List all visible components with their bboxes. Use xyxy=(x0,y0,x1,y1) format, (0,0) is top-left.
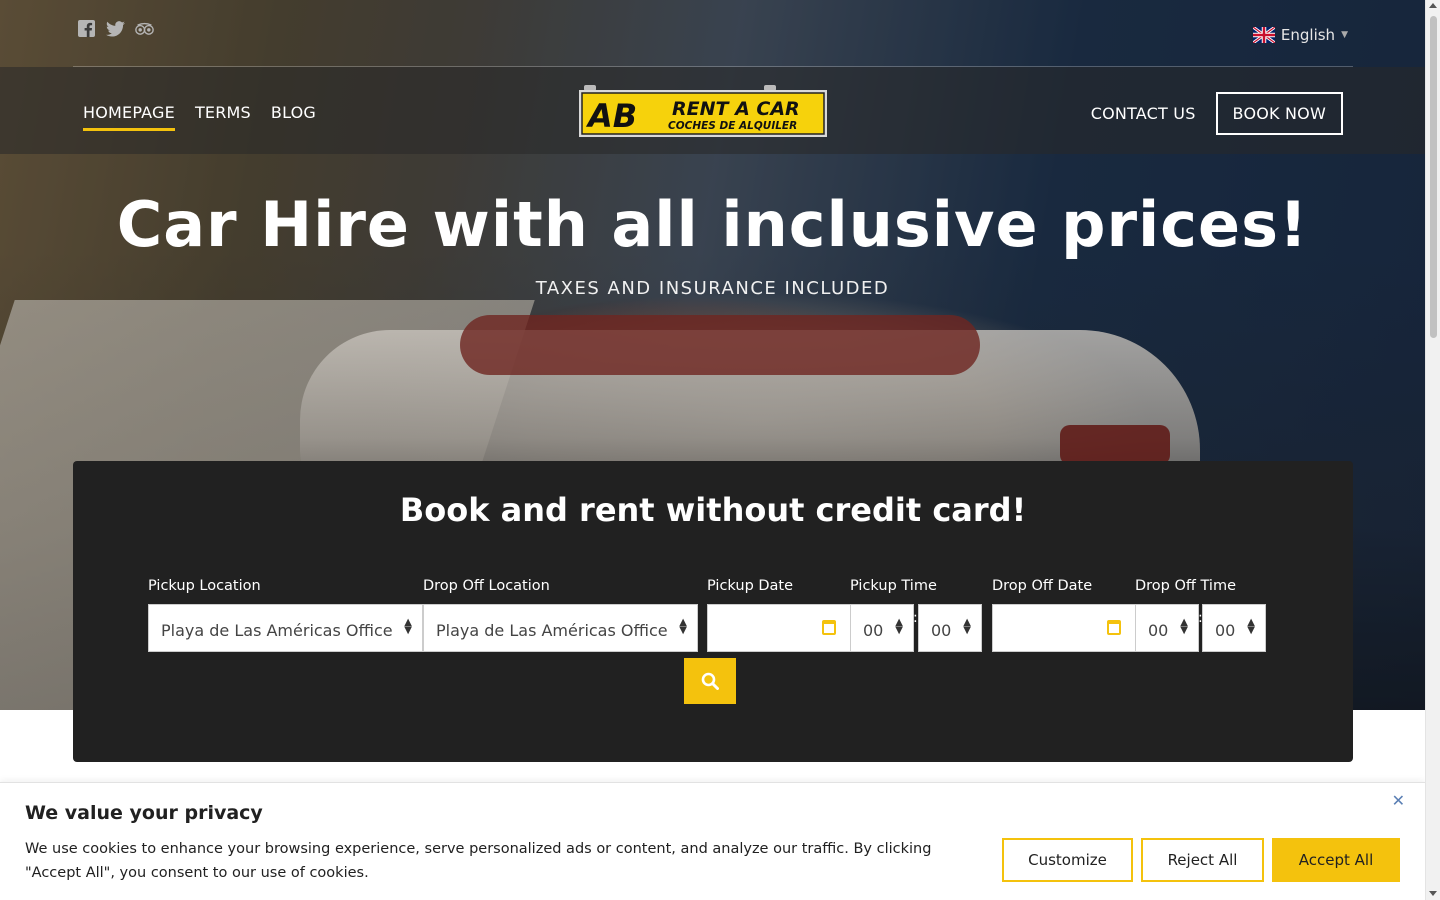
dropoff-location-select[interactable]: Playa de Las Américas Office ▲ ▼ xyxy=(423,604,698,652)
language-selector[interactable]: English ▼ xyxy=(1252,25,1348,45)
pickup-minute-select[interactable]: 00 ▲ ▼ xyxy=(918,604,982,652)
select-arrows-icon: ▲ ▼ xyxy=(963,617,971,636)
nav-homepage-link[interactable]: HOMEPAGE xyxy=(83,103,175,131)
social-links xyxy=(77,19,154,38)
scroll-down-arrow-icon[interactable] xyxy=(1429,891,1437,896)
pickup-location-label: Pickup Location xyxy=(148,578,261,594)
dropoff-time-label: Drop Off Time xyxy=(1135,578,1236,594)
language-label: English xyxy=(1280,26,1336,44)
accept-all-button[interactable]: Accept All xyxy=(1272,838,1400,882)
booking-title: Book and rent without credit card! xyxy=(399,491,1027,529)
hero-car-taillight-shape xyxy=(1060,425,1170,465)
nav-right-links: CONTACT US BOOK NOW xyxy=(1091,92,1343,135)
hero-subtitle: TAXES AND INSURANCE INCLUDED xyxy=(535,278,890,299)
cookie-title: We value your privacy xyxy=(25,802,263,824)
svg-text:COCHES DE ALQUILER: COCHES DE ALQUILER xyxy=(668,120,797,132)
scrollbar-thumb[interactable] xyxy=(1430,16,1437,338)
dropoff-minute-select[interactable]: 00 ▲ ▼ xyxy=(1202,604,1266,652)
hero-title: Car Hire with all inclusive prices! xyxy=(116,188,1309,261)
nav-left-links: HOMEPAGE TERMS BLOG xyxy=(83,103,316,131)
dropoff-hour-select[interactable]: 00 ▲ ▼ xyxy=(1135,604,1199,652)
calendar-icon xyxy=(1107,620,1121,635)
nav-terms-link[interactable]: TERMS xyxy=(195,103,251,131)
pickup-location-value: Playa de Las Américas Office xyxy=(161,621,393,640)
dropoff-date-input[interactable] xyxy=(992,604,1136,652)
pickup-hour-select[interactable]: 00 ▲ ▼ xyxy=(850,604,914,652)
pickup-date-label: Pickup Date xyxy=(707,578,794,594)
dropoff-location-label: Drop Off Location xyxy=(423,578,550,594)
tripadvisor-icon[interactable] xyxy=(135,19,154,38)
pickup-location-select[interactable]: Playa de Las Américas Office ▲ ▼ xyxy=(148,604,423,652)
dropoff-hour-value: 00 xyxy=(1148,621,1169,640)
nav-blog-link[interactable]: BLOG xyxy=(271,103,316,131)
cookie-consent-banner: We value your privacy We use cookies to … xyxy=(0,782,1425,900)
pickup-minute-value: 00 xyxy=(931,621,952,640)
caret-down-icon: ▼ xyxy=(1341,30,1348,40)
dropoff-location-value: Playa de Las Américas Office xyxy=(436,621,668,640)
scroll-up-arrow-icon[interactable] xyxy=(1429,3,1437,8)
reject-all-button[interactable]: Reject All xyxy=(1141,838,1264,882)
ab-rent-a-car-logo[interactable]: AB RENT A CAR COCHES DE ALQUILER xyxy=(578,85,828,138)
pickup-time-label: Pickup Time xyxy=(850,578,937,594)
svg-text:AB: AB xyxy=(585,97,637,135)
booking-panel: Book and rent without credit card! Picku… xyxy=(73,461,1353,762)
svg-text:RENT A CAR: RENT A CAR xyxy=(672,98,800,120)
search-icon xyxy=(701,672,719,690)
time-separator: : xyxy=(913,610,918,626)
dropoff-date-label: Drop Off Date xyxy=(992,578,1093,594)
uk-flag-icon xyxy=(1252,25,1276,45)
pickup-date-input[interactable] xyxy=(707,604,851,652)
close-icon[interactable]: ✕ xyxy=(1392,791,1405,810)
pickup-hour-value: 00 xyxy=(863,621,884,640)
select-arrows-icon: ▲ ▼ xyxy=(679,617,687,636)
book-now-button[interactable]: BOOK NOW xyxy=(1215,92,1343,135)
select-arrows-icon: ▲ ▼ xyxy=(1180,617,1188,636)
page-scrollbar[interactable] xyxy=(1425,0,1440,900)
top-bar: English ▼ xyxy=(73,0,1353,67)
cookie-text: We use cookies to enhance your browsing … xyxy=(25,841,932,881)
nav-contact-link[interactable]: CONTACT US xyxy=(1091,104,1196,123)
dropoff-minute-value: 00 xyxy=(1215,621,1236,640)
customize-button[interactable]: Customize xyxy=(1002,838,1133,882)
twitter-icon[interactable] xyxy=(106,19,125,38)
select-arrows-icon: ▲ ▼ xyxy=(895,617,903,636)
main-navigation: HOMEPAGE TERMS BLOG AB RENT A CAR COCHES… xyxy=(0,67,1425,154)
select-arrows-icon: ▲ ▼ xyxy=(1247,617,1255,636)
calendar-icon xyxy=(822,620,836,635)
select-arrows-icon: ▲ ▼ xyxy=(404,617,412,636)
hero-car-seats-shape xyxy=(460,315,980,375)
search-button[interactable] xyxy=(684,658,736,704)
facebook-icon[interactable] xyxy=(77,19,96,38)
